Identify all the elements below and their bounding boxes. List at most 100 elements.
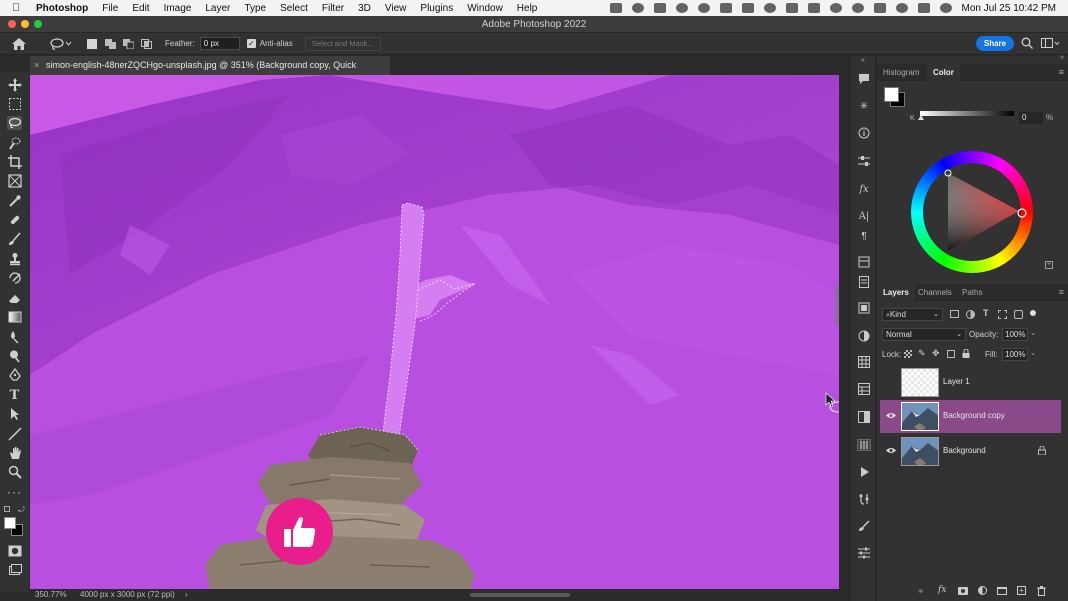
opacity-chevron-icon[interactable]: ⌄ xyxy=(1030,329,1036,337)
layer-style-fx-icon[interactable]: fx xyxy=(938,585,946,595)
menu-edit[interactable]: Edit xyxy=(132,3,149,14)
layer-row-layer-1[interactable]: Layer 1 xyxy=(880,366,1061,399)
libraries-icon[interactable] xyxy=(857,256,871,268)
menu-help[interactable]: Help xyxy=(517,3,538,14)
type-tool-icon[interactable]: T xyxy=(7,388,22,403)
new-layer-icon[interactable]: + xyxy=(1017,586,1026,595)
properties-icon[interactable] xyxy=(857,276,871,288)
menu-image[interactable]: Image xyxy=(164,3,192,14)
new-adjustment-layer-icon[interactable] xyxy=(978,586,987,595)
dropbox-icon[interactable] xyxy=(653,3,666,13)
grid-icon[interactable] xyxy=(785,3,798,13)
opacity-input[interactable]: 100% xyxy=(1002,328,1028,341)
dodge-tool-icon[interactable] xyxy=(7,349,22,363)
filter-adjustment-icon[interactable] xyxy=(966,310,975,319)
pen-tool-icon[interactable] xyxy=(7,368,22,382)
eyedropper-tool-icon[interactable] xyxy=(7,194,22,208)
crop-tool-icon[interactable] xyxy=(7,155,22,169)
collapse-panels-icon[interactable]: « xyxy=(861,57,865,64)
k-value-input[interactable]: 0 xyxy=(1019,112,1043,124)
keyboard-icon[interactable] xyxy=(873,3,886,13)
bookmark-icon[interactable] xyxy=(741,3,754,13)
screen-record-icon[interactable] xyxy=(609,3,622,13)
color-panel-menu-icon[interactable]: ≡ xyxy=(1059,67,1064,77)
info-icon[interactable] xyxy=(857,127,871,139)
k-slider-track[interactable] xyxy=(920,111,1014,116)
actions-grid-icon[interactable] xyxy=(857,383,871,395)
home-icon[interactable] xyxy=(11,37,27,51)
eraser-tool-icon[interactable] xyxy=(7,291,22,305)
vpn-icon[interactable] xyxy=(763,3,776,13)
menu-app-name[interactable]: Photoshop xyxy=(36,3,88,14)
blend-mode-select[interactable]: Normal ⌄ xyxy=(882,328,966,341)
antialias-checkbox[interactable]: ✓ xyxy=(246,39,256,48)
visibility-eye-icon[interactable] xyxy=(886,447,896,456)
layer-name[interactable]: Background copy xyxy=(943,411,1005,420)
channels-panel-icon[interactable] xyxy=(857,439,871,451)
layer-filter-select[interactable]: ⌕Kind ⌄ xyxy=(882,308,943,321)
feather-input[interactable]: 0 px xyxy=(199,37,240,50)
foreground-color-chip[interactable] xyxy=(884,87,899,102)
tab-paths[interactable]: Paths xyxy=(956,284,988,301)
frame-tool-icon[interactable] xyxy=(7,174,22,188)
more-tools-icon[interactable]: ··· xyxy=(7,485,22,499)
timeline-icon[interactable] xyxy=(857,493,871,505)
sync-icon[interactable] xyxy=(697,3,710,13)
menu-layer[interactable]: Layer xyxy=(205,3,230,14)
filter-smart-object-icon[interactable] xyxy=(1014,310,1023,319)
tab-channels[interactable]: Channels xyxy=(912,284,958,301)
apple-menu-icon[interactable]:  xyxy=(12,2,26,14)
new-group-icon[interactable] xyxy=(997,587,1007,595)
brush-settings-icon[interactable] xyxy=(857,520,871,532)
menu-view[interactable]: View xyxy=(385,3,407,14)
document-tab[interactable]: × simon-english-48nerZQCHgo-unsplash.jpg… xyxy=(30,56,390,89)
swap-colors-icon[interactable]: ⤾ xyxy=(18,505,25,515)
menu-type[interactable]: Type xyxy=(244,3,266,14)
adjustments-icon[interactable] xyxy=(857,330,871,342)
spotlight-search-icon[interactable] xyxy=(895,3,908,13)
new-selection-icon[interactable] xyxy=(87,38,97,49)
gradient-tool-icon[interactable] xyxy=(7,310,22,324)
filter-type-icon[interactable]: T xyxy=(983,308,989,318)
line-tool-icon[interactable] xyxy=(7,427,22,441)
hand-tool-icon[interactable] xyxy=(7,446,22,460)
layer-row-background-copy[interactable]: Background copy xyxy=(880,400,1061,433)
fill-input[interactable]: 100% xyxy=(1002,348,1028,361)
tab-layers[interactable]: Layers xyxy=(877,284,915,301)
comments-icon[interactable] xyxy=(857,72,871,84)
brush-tool-icon[interactable] xyxy=(7,232,22,246)
add-mask-icon[interactable] xyxy=(958,587,968,595)
history-brush-tool-icon[interactable] xyxy=(7,271,22,285)
lock-transparent-icon[interactable] xyxy=(904,350,912,358)
menu-select[interactable]: Select xyxy=(280,3,308,14)
filter-pixel-icon[interactable] xyxy=(950,310,959,318)
move-tool-icon[interactable] xyxy=(7,78,22,92)
globe-icon[interactable] xyxy=(675,3,688,13)
lock-artboard-icon[interactable] xyxy=(947,350,955,358)
layer-name[interactable]: Background xyxy=(943,446,986,455)
wifi-icon[interactable] xyxy=(829,3,842,13)
creative-cloud-icon[interactable] xyxy=(631,3,644,13)
layer-name[interactable]: Layer 1 xyxy=(943,377,970,386)
workspace-icon[interactable] xyxy=(1041,37,1061,49)
menu-window[interactable]: Window xyxy=(467,3,503,14)
character-icon[interactable]: A| xyxy=(857,210,871,222)
menu-3d[interactable]: 3D xyxy=(358,3,371,14)
swatches-icon[interactable] xyxy=(857,356,871,368)
menu-file[interactable]: File xyxy=(102,3,118,14)
menu-clock[interactable]: Mon Jul 25 10:42 PM xyxy=(962,3,1057,14)
link-layers-icon[interactable]: ⚭ xyxy=(917,586,925,597)
gradients-icon[interactable] xyxy=(857,411,871,423)
control-center-icon[interactable] xyxy=(917,3,930,13)
patterns-icon[interactable] xyxy=(857,302,871,314)
subtract-from-selection-icon[interactable] xyxy=(123,38,135,49)
search-icon[interactable] xyxy=(1021,37,1033,49)
screen-mode-icon[interactable] xyxy=(7,563,22,577)
user-icon[interactable] xyxy=(851,3,864,13)
delete-layer-icon[interactable] xyxy=(1037,586,1046,596)
k-slider-handle[interactable] xyxy=(918,115,924,120)
zoom-level[interactable]: 350.77% xyxy=(35,589,67,601)
styles-fx-icon[interactable]: fx xyxy=(857,183,871,195)
share-button[interactable]: Share xyxy=(976,36,1014,51)
siri-icon[interactable] xyxy=(939,3,952,13)
